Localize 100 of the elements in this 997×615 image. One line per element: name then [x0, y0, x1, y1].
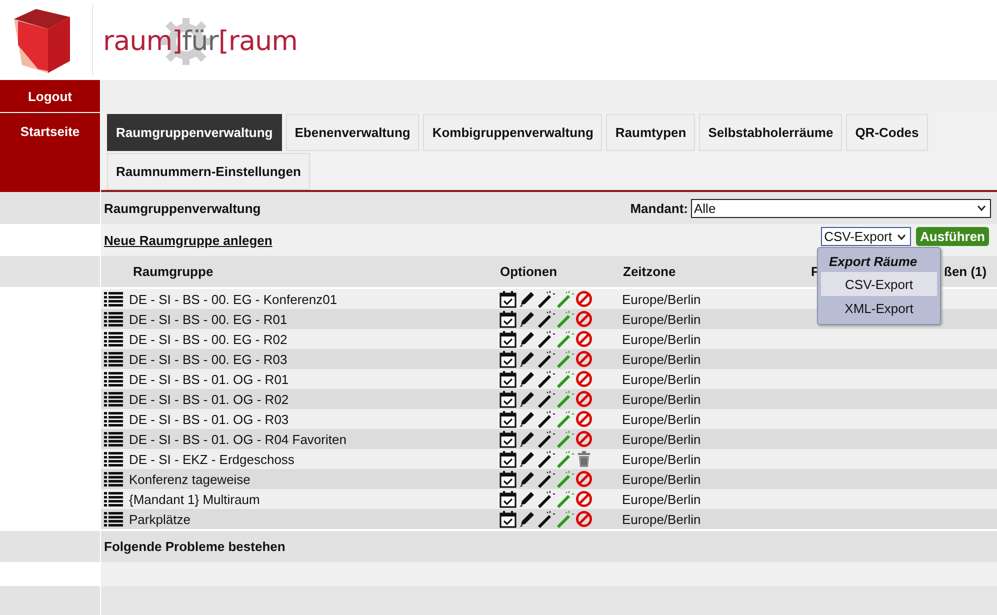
forbidden-icon[interactable]	[575, 430, 593, 448]
wand-icon[interactable]	[537, 510, 555, 528]
pencil-icon[interactable]	[518, 310, 536, 328]
mandant-select[interactable]: Alle	[691, 198, 991, 218]
calendar-check-icon[interactable]	[499, 510, 517, 528]
tab[interactable]: Raumgruppenverwaltung	[107, 114, 282, 151]
wand-icon[interactable]	[537, 470, 555, 488]
page-title: Raumgruppenverwaltung	[104, 200, 261, 216]
calendar-check-icon[interactable]	[499, 370, 517, 388]
time-zone: Europe/Berlin	[622, 312, 701, 326]
forbidden-icon[interactable]	[575, 390, 593, 408]
group-name: DE - SI - BS - 00. EG - R02	[129, 332, 288, 346]
group-name: DE - SI - EKZ - Erdgeschoss	[129, 452, 296, 466]
wand-icon[interactable]	[537, 490, 555, 508]
new-group-link[interactable]: Neue Raumgruppe anlegen	[104, 232, 272, 248]
forbidden-icon[interactable]	[575, 370, 593, 388]
time-zone: Europe/Berlin	[622, 452, 701, 466]
list-icon[interactable]	[104, 411, 123, 427]
tab[interactable]: Raumnummern-Einstellungen	[107, 153, 310, 190]
list-icon[interactable]	[104, 431, 123, 447]
tab[interactable]: Selbstabholerräume	[699, 114, 842, 151]
forbidden-icon[interactable]	[575, 470, 593, 488]
calendar-check-icon[interactable]	[499, 350, 517, 368]
wand-icon[interactable]	[537, 290, 555, 308]
time-zone: Europe/Berlin	[622, 392, 701, 406]
time-zone: Europe/Berlin	[622, 512, 701, 526]
forbidden-icon[interactable]	[575, 410, 593, 428]
list-icon[interactable]	[104, 471, 123, 487]
group-name: DE - SI - BS - 00. EG - R03	[129, 352, 288, 366]
tab[interactable]: QR-Codes	[846, 114, 928, 151]
calendar-check-icon[interactable]	[499, 430, 517, 448]
group-name: {Mandant 1} Multiraum	[129, 492, 261, 506]
calendar-check-icon[interactable]	[499, 310, 517, 328]
calendar-check-icon[interactable]	[499, 410, 517, 428]
wand-icon[interactable]	[537, 330, 555, 348]
group-name: Konferenz tageweise	[129, 472, 252, 486]
forbidden-icon[interactable]	[575, 290, 593, 308]
forbidden-icon[interactable]	[575, 310, 593, 328]
pencil-icon[interactable]	[518, 410, 536, 428]
calendar-check-icon[interactable]	[499, 470, 517, 488]
list-icon[interactable]	[104, 511, 123, 527]
pencil-icon[interactable]	[518, 450, 536, 468]
list-icon[interactable]	[104, 331, 123, 347]
time-zone: Europe/Berlin	[622, 492, 701, 506]
wand-icon[interactable]	[537, 310, 555, 328]
list-icon[interactable]	[104, 391, 123, 407]
pencil-icon[interactable]	[518, 510, 536, 528]
pencil-icon[interactable]	[518, 470, 536, 488]
list-icon[interactable]	[104, 491, 123, 507]
wand-icon[interactable]	[537, 450, 555, 468]
group-name: Parkplätze	[129, 512, 192, 526]
time-zone: Europe/Berlin	[622, 372, 701, 386]
tab[interactable]: Raumtypen	[606, 114, 696, 151]
calendar-check-icon[interactable]	[499, 450, 517, 468]
time-zone: Europe/Berlin	[622, 472, 701, 486]
list-icon[interactable]	[104, 451, 123, 467]
list-icon[interactable]	[104, 291, 123, 307]
menu-item[interactable]: CSV-Export	[821, 272, 937, 296]
trash-icon[interactable]	[575, 450, 593, 468]
time-zone: Europe/Berlin	[622, 332, 701, 346]
group-name: DE - SI - BS - 01. OG - R02	[129, 392, 290, 406]
forbidden-icon[interactable]	[575, 510, 593, 528]
wand-icon[interactable]	[537, 410, 555, 428]
wand-icon[interactable]	[537, 430, 555, 448]
wand-icon[interactable]	[537, 370, 555, 388]
calendar-check-icon[interactable]	[499, 390, 517, 408]
column-header: Raumgruppe	[133, 264, 214, 279]
forbidden-icon[interactable]	[575, 350, 593, 368]
run-button[interactable]: Ausführen	[916, 227, 989, 246]
pencil-icon[interactable]	[518, 370, 536, 388]
chevron-down-icon[interactable]	[977, 205, 986, 211]
pencil-icon[interactable]	[518, 490, 536, 508]
calendar-check-icon[interactable]	[499, 290, 517, 308]
sidebar-item[interactable]: Startseite	[0, 112, 100, 192]
wand-icon[interactable]	[537, 350, 555, 368]
calendar-check-icon[interactable]	[499, 490, 517, 508]
pencil-icon[interactable]	[518, 390, 536, 408]
list-icon[interactable]	[104, 351, 123, 367]
group-name: DE - SI - BS - 01. OG - R03	[129, 412, 290, 426]
pencil-icon[interactable]	[518, 330, 536, 348]
list-icon[interactable]	[104, 311, 123, 327]
section-title: Folgende Probleme bestehen	[104, 539, 286, 554]
tab[interactable]: Kombigruppenverwaltung	[423, 114, 602, 151]
pencil-icon[interactable]	[518, 290, 536, 308]
forbidden-icon[interactable]	[575, 330, 593, 348]
sidebar-item[interactable]: Logout	[0, 80, 100, 112]
pencil-icon[interactable]	[518, 430, 536, 448]
column-header: Optionen	[500, 264, 558, 279]
group-name: DE - SI - BS - 01. OG - R04 Favoriten	[129, 432, 348, 446]
forbidden-icon[interactable]	[575, 490, 593, 508]
list-icon[interactable]	[104, 371, 123, 387]
export-select[interactable]: CSV-Export	[821, 227, 911, 246]
tab[interactable]: Ebenenverwaltung	[286, 114, 420, 151]
wand-icon[interactable]	[537, 390, 555, 408]
time-zone: Europe/Berlin	[622, 432, 701, 446]
menu-item[interactable]: XML-Export	[821, 296, 937, 320]
calendar-check-icon[interactable]	[499, 330, 517, 348]
chevron-down-icon[interactable]	[897, 234, 906, 240]
group-name: DE - SI - BS - 01. OG - R01	[129, 372, 290, 386]
pencil-icon[interactable]	[518, 350, 536, 368]
